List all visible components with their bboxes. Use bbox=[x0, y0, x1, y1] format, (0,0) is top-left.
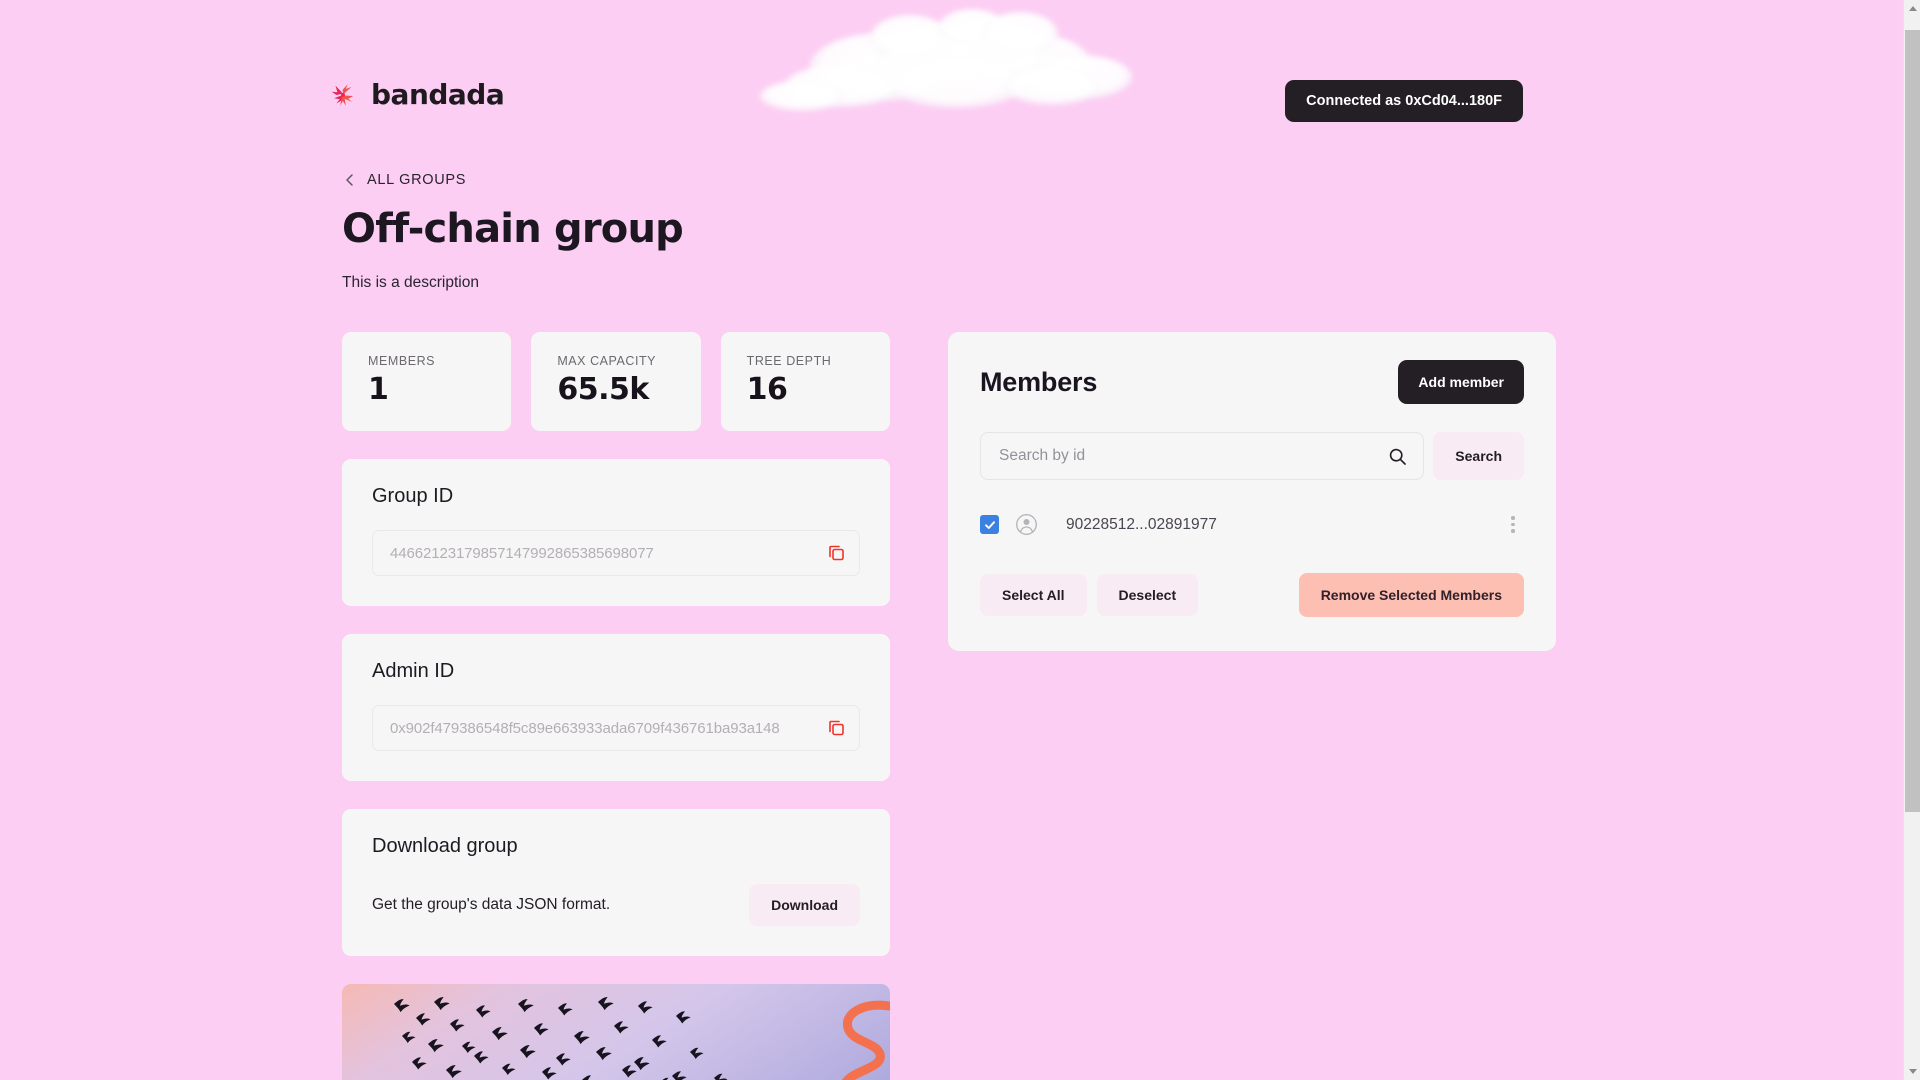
wallet-status-badge[interactable]: Connected as 0xCd04...180F bbox=[1285, 80, 1523, 122]
group-id-field[interactable]: 44662123179857147992865385698077 bbox=[372, 530, 860, 576]
members-header: Members Add member bbox=[980, 360, 1524, 404]
search-box[interactable] bbox=[980, 432, 1425, 480]
stat-card-members: MEMBERS 1 bbox=[342, 332, 512, 431]
deselect-button[interactable]: Deselect bbox=[1096, 574, 1199, 616]
group-description: This is a description bbox=[342, 274, 479, 291]
admin-id-value: 0x902f479386548f5c89e663933ada6709f43676… bbox=[390, 719, 780, 737]
download-title: Download group bbox=[372, 835, 518, 857]
member-checkbox[interactable] bbox=[980, 515, 999, 534]
stat-card-tree-depth: TREE DEPTH 16 bbox=[720, 332, 890, 431]
stat-label: MAX CAPACITY bbox=[557, 354, 657, 368]
download-button[interactable]: Download bbox=[749, 884, 860, 926]
stats-row: MEMBERS 1 MAX CAPACITY 65.5k TREE DEPTH … bbox=[342, 332, 890, 431]
members-actions: Select All Deselect Remove Selected Memb… bbox=[980, 573, 1524, 617]
right-column: Members Add member Search by id Search 9… bbox=[948, 332, 1556, 651]
stat-value: 1 bbox=[368, 372, 389, 407]
scrollbar-down-arrow-icon[interactable] bbox=[1904, 1063, 1920, 1080]
select-all-button[interactable]: Select All bbox=[980, 574, 1087, 616]
group-id-value: 44662123179857147992865385698077 bbox=[390, 544, 654, 562]
remove-selected-members-button[interactable]: Remove Selected Members bbox=[1298, 573, 1524, 617]
stat-value: 65.5k bbox=[557, 372, 649, 407]
members-panel: Members Add member Search by id Search 9… bbox=[948, 332, 1556, 651]
content-columns: MEMBERS 1 MAX CAPACITY 65.5k TREE DEPTH … bbox=[342, 332, 1612, 1080]
scrollbar-up-arrow-icon[interactable] bbox=[1904, 0, 1920, 17]
copy-icon[interactable] bbox=[826, 718, 846, 738]
member-id: 90228512...02891977 bbox=[1066, 515, 1217, 533]
more-vertical-icon[interactable] bbox=[1502, 516, 1524, 533]
group-id-card: Group ID 4466212317985714799286538569807… bbox=[342, 459, 890, 606]
flock-of-birds-artwork bbox=[342, 984, 890, 1080]
stat-label: MEMBERS bbox=[368, 354, 436, 368]
breadcrumb-label: ALL GROUPS bbox=[367, 172, 467, 188]
members-search-row: Search bbox=[980, 432, 1524, 480]
stat-value: 16 bbox=[746, 372, 788, 407]
search-input[interactable] bbox=[999, 447, 1389, 465]
member-list: 90228512...02891977 bbox=[980, 504, 1524, 545]
breadcrumb[interactable]: ALL GROUPS bbox=[342, 172, 466, 188]
stat-label: TREE DEPTH bbox=[746, 354, 832, 368]
chevron-left-icon bbox=[346, 174, 353, 186]
main-content: ALL GROUPS Off-chain group This is a des… bbox=[342, 172, 1612, 1080]
left-column: MEMBERS 1 MAX CAPACITY 65.5k TREE DEPTH … bbox=[342, 332, 890, 1080]
site-header: bandada Connected as 0xCd04...180F bbox=[0, 0, 1903, 148]
check-icon bbox=[984, 520, 995, 529]
members-title: Members bbox=[980, 366, 1098, 397]
bandada-birds-logo-icon bbox=[331, 83, 354, 106]
member-row[interactable]: 90228512...02891977 bbox=[980, 504, 1524, 545]
add-member-button[interactable]: Add member bbox=[1398, 360, 1524, 404]
page-title: Off-chain group bbox=[342, 206, 684, 252]
search-icon[interactable] bbox=[1388, 447, 1407, 466]
group-id-title: Group ID bbox=[372, 485, 454, 507]
user-circle-icon bbox=[1016, 514, 1037, 535]
page-root: bandada Connected as 0xCd04...180F ALL G… bbox=[0, 0, 1903, 1080]
admin-id-card: Admin ID 0x902f479386548f5c89e663933ada6… bbox=[342, 634, 890, 781]
stat-card-max-capacity: MAX CAPACITY 65.5k bbox=[531, 332, 701, 431]
brand-logo[interactable]: bandada bbox=[328, 78, 505, 111]
copy-icon[interactable] bbox=[826, 543, 846, 563]
download-group-card: Download group Get the group's data JSON… bbox=[342, 809, 890, 956]
admin-id-field[interactable]: 0x902f479386548f5c89e663933ada6709f43676… bbox=[372, 705, 860, 751]
download-text: Get the group's data JSON format. bbox=[372, 896, 611, 913]
scrollbar-thumb[interactable] bbox=[1905, 30, 1920, 812]
search-button[interactable]: Search bbox=[1433, 432, 1524, 480]
vertical-scrollbar[interactable] bbox=[1903, 0, 1920, 1080]
download-row: Get the group's data JSON format. Downlo… bbox=[372, 884, 860, 926]
brand-name: bandada bbox=[371, 78, 505, 111]
cloud-image bbox=[759, 9, 1132, 111]
admin-id-title: Admin ID bbox=[372, 660, 455, 682]
